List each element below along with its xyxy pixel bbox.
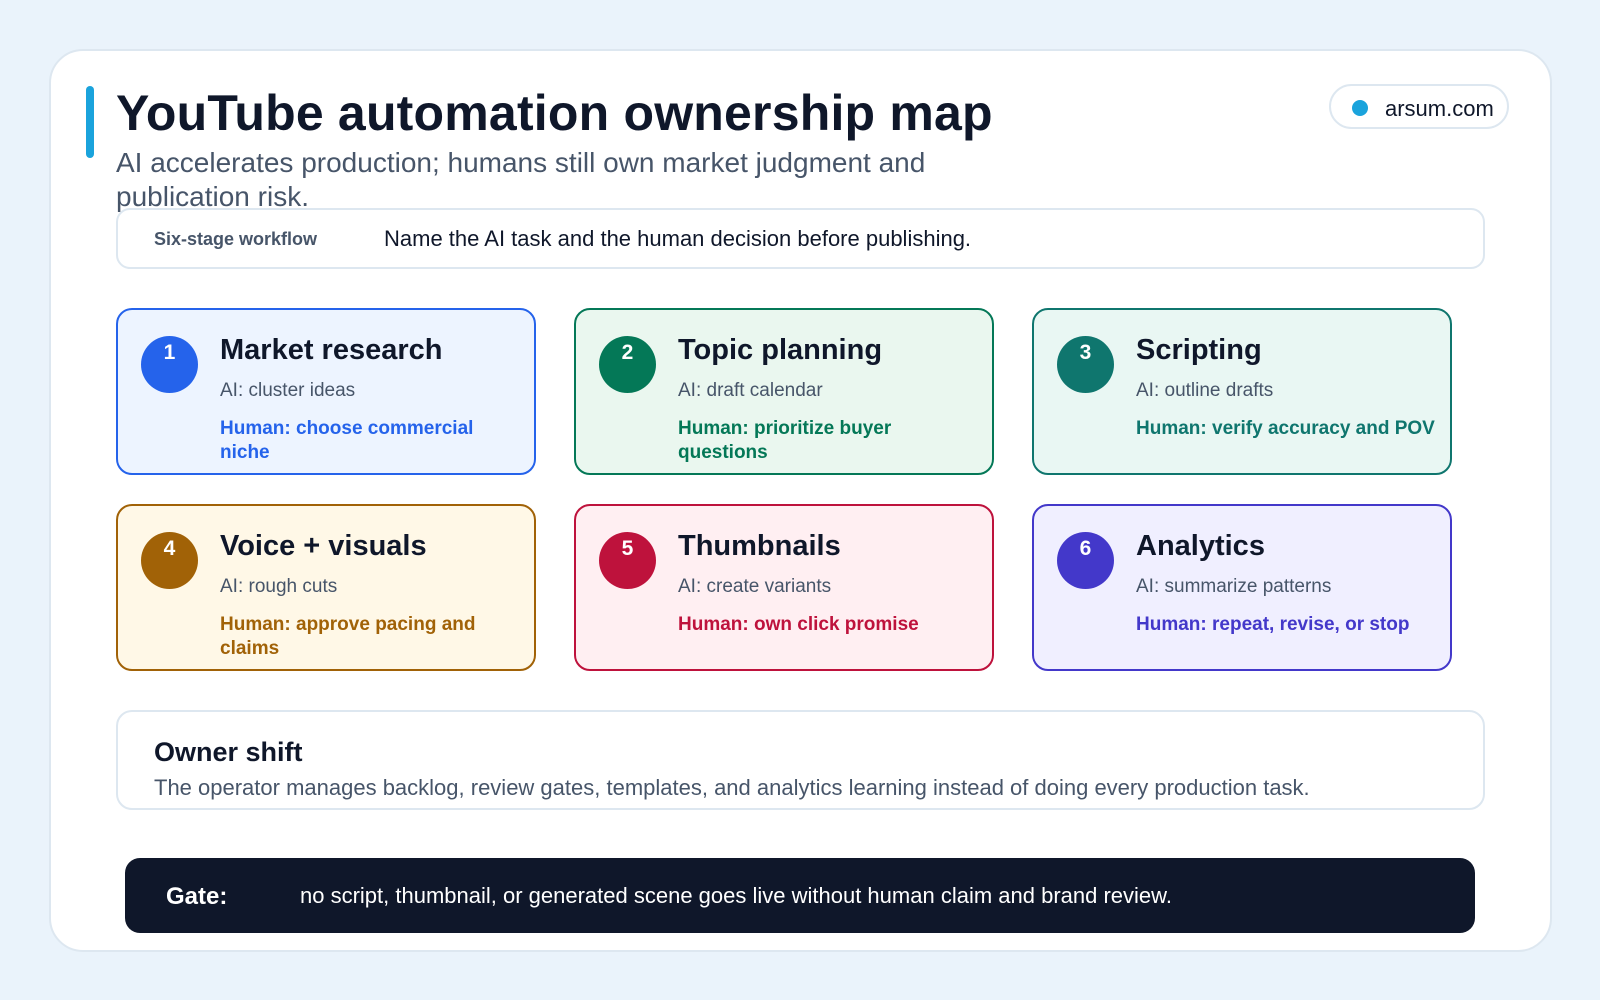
stage-card-1: 1 Market research AI: cluster ideas Huma… <box>116 308 536 475</box>
stage-human-decision: Human: prioritize buyer questions <box>678 418 892 463</box>
stage-ai-task: AI: draft calendar <box>678 380 823 401</box>
stage-ai-task: AI: rough cuts <box>220 576 338 597</box>
owner-shift-panel: Owner shift The operator manages backlog… <box>116 710 1485 810</box>
stage-ai-task: AI: summarize patterns <box>1136 576 1332 597</box>
owner-shift-title: Owner shift <box>154 737 303 767</box>
stage-title: Voice + visuals <box>220 530 427 562</box>
stage-number-badge: 4 <box>141 532 198 589</box>
workflow-label: Six-stage workflow <box>154 229 318 249</box>
stage-number-badge: 1 <box>141 336 198 393</box>
stage-ai-task: AI: cluster ideas <box>220 380 356 401</box>
stage-number-badge: 2 <box>599 336 656 393</box>
page-subtitle: AI accelerates production; humans still … <box>116 147 926 212</box>
stage-human-decision: Human: approve pacing and claims <box>220 614 476 659</box>
stage-title: Analytics <box>1136 530 1265 562</box>
stage-number-badge: 5 <box>599 532 656 589</box>
stage-ai-task: AI: create variants <box>678 576 832 597</box>
brand-text: arsum.com <box>1385 96 1494 121</box>
stage-card-4: 4 Voice + visuals AI: rough cuts Human: … <box>116 504 536 671</box>
workflow-text: Name the AI task and the human decision … <box>384 226 972 251</box>
stage-human-decision: Human: own click promise <box>678 614 919 635</box>
brand-badge: arsum.com <box>1329 84 1509 129</box>
stage-title: Market research <box>220 334 443 366</box>
stage-card-6: 6 Analytics AI: summarize patterns Human… <box>1032 504 1452 671</box>
page-title: YouTube automation ownership map <box>116 85 993 141</box>
stage-card-3: 3 Scripting AI: outline drafts Human: ve… <box>1032 308 1452 475</box>
gate-text: no script, thumbnail, or generated scene… <box>300 883 1172 908</box>
owner-shift-text: The operator manages backlog, review gat… <box>154 775 1310 800</box>
stage-number-badge: 3 <box>1057 336 1114 393</box>
stage-title: Thumbnails <box>678 530 841 562</box>
stage-card-2: 2 Topic planning AI: draft calendar Huma… <box>574 308 994 475</box>
stage-card-5: 5 Thumbnails AI: create variants Human: … <box>574 504 994 671</box>
workflow-bar: Six-stage workflow Name the AI task and … <box>116 208 1485 269</box>
stage-title: Scripting <box>1136 334 1262 366</box>
brand-dot-icon <box>1352 100 1368 116</box>
stage-human-decision: Human: verify accuracy and POV <box>1136 418 1435 439</box>
gate-banner: Gate: no script, thumbnail, or generated… <box>125 858 1475 933</box>
gate-label: Gate: <box>166 883 228 910</box>
stage-ai-task: AI: outline drafts <box>1136 380 1274 401</box>
stage-title: Topic planning <box>678 334 883 366</box>
stage-number-badge: 6 <box>1057 532 1114 589</box>
stage-human-decision: Human: repeat, revise, or stop <box>1136 614 1410 635</box>
stage-human-decision: Human: choose commercial niche <box>220 418 474 463</box>
title-accent-bar <box>86 86 94 158</box>
